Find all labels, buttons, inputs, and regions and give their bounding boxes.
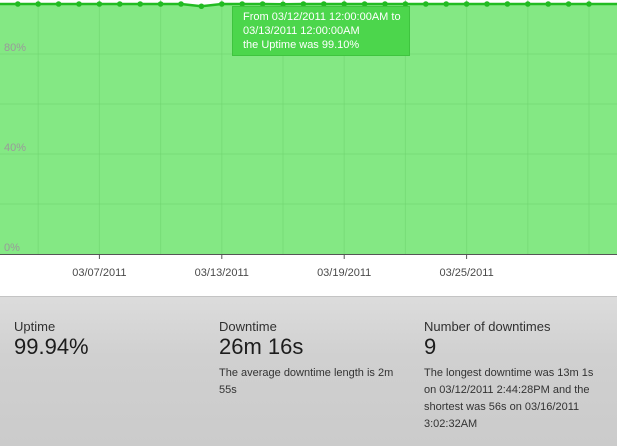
- tooltip-line-2: 03/13/2011 12:00:00AM: [243, 24, 399, 38]
- uptime-label: Uptime: [14, 319, 194, 334]
- data-point: [505, 1, 511, 7]
- downtime-note: The average downtime length is 2m 55s: [219, 365, 404, 399]
- data-point: [97, 1, 103, 7]
- stats-panel: Uptime 99.94% Downtime 26m 16s The avera…: [0, 296, 617, 446]
- data-point: [423, 1, 429, 7]
- data-point: [525, 1, 531, 7]
- y-tick-label: 80%: [4, 42, 26, 54]
- downtime-count-stat: Number of downtimes 9 The longest downti…: [424, 319, 599, 433]
- data-point: [443, 1, 449, 7]
- data-point: [178, 1, 184, 7]
- x-tick-label: 03/25/2011: [439, 267, 493, 279]
- downtime-count-label: Number of downtimes: [424, 319, 599, 334]
- downtime-stat: Downtime 26m 16s The average downtime le…: [219, 319, 404, 399]
- downtime-count-note: The longest downtime was 13m 1s on 03/12…: [424, 365, 599, 433]
- downtime-count-value: 9: [424, 335, 599, 359]
- uptime-chart: 0% 40% 80% 03/07/2011 03/13/2011 03/19/2011 03…: [0, 0, 617, 290]
- data-point: [117, 1, 123, 7]
- data-point: [56, 1, 62, 7]
- data-point: [158, 1, 164, 7]
- uptime-value: 99.94%: [14, 335, 194, 359]
- data-point: [15, 1, 21, 7]
- data-point: [35, 1, 41, 7]
- data-point: [464, 1, 470, 7]
- data-point: [586, 1, 592, 7]
- chart-tooltip: From 03/12/2011 12:00:00AM to 03/13/2011…: [232, 6, 410, 56]
- data-point: [199, 3, 205, 9]
- x-tick-label: 03/13/2011: [195, 267, 249, 279]
- data-point: [219, 1, 225, 7]
- uptime-stat: Uptime 99.94%: [14, 319, 194, 359]
- data-point: [484, 1, 490, 7]
- y-tick-label: 0%: [4, 242, 20, 254]
- y-tick-label: 40%: [4, 142, 26, 154]
- data-point: [566, 1, 572, 7]
- x-tick-label: 03/07/2011: [72, 267, 126, 279]
- downtime-label: Downtime: [219, 319, 404, 334]
- tooltip-line-1: From 03/12/2011 12:00:00AM to: [243, 10, 399, 24]
- x-tick-label: 03/19/2011: [317, 267, 371, 279]
- data-point: [545, 1, 551, 7]
- tooltip-line-3: the Uptime was 99.10%: [243, 38, 399, 52]
- data-point: [137, 1, 143, 7]
- data-point: [76, 1, 82, 7]
- downtime-value: 26m 16s: [219, 335, 404, 359]
